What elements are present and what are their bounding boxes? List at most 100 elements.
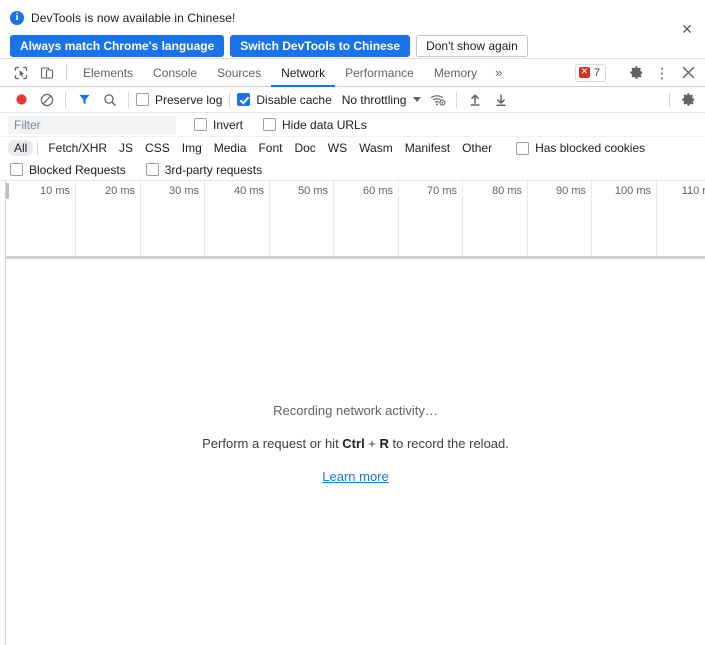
tabbar-divider [66,65,67,80]
more-options-icon[interactable]: ⋮ [649,64,675,82]
disable-cache-box [237,93,251,106]
filter-button[interactable] [71,88,97,112]
devtools-tabbar: Elements Console Sources Network Perform… [0,59,705,87]
type-filter-all[interactable]: All [8,140,34,156]
tab-elements[interactable]: Elements [73,59,143,86]
timeline-tick: 100 ms [592,181,657,256]
toolbar-right [664,88,701,112]
recording-hint-text: Perform a request or hit Ctrl + R to rec… [202,436,509,451]
tab-console[interactable]: Console [143,59,207,86]
record-button[interactable] [8,88,34,112]
toolbar-divider-2 [128,91,129,108]
key-r: R [379,435,389,451]
clear-button[interactable] [34,88,60,112]
timeline-tick: 70 ms [399,181,463,256]
preserve-log-box [136,93,149,106]
language-infobar: i DevTools is now available in Chinese! … [0,0,705,59]
toolbar-divider-5 [669,91,670,108]
timeline-tick: 110 r [657,181,705,256]
tab-memory[interactable]: Memory [424,59,487,86]
third-party-requests-checkbox[interactable]: 3rd-party requests [144,163,264,177]
timeline-tick-label: 80 ms [492,185,522,197]
hint-prefix: Perform a request or hit [202,435,343,451]
timeline-tick-label: 20 ms [105,185,135,197]
type-filter-manifest[interactable]: Manifest [399,140,456,156]
chevron-down-icon [413,97,422,102]
type-filter-doc[interactable]: Doc [288,140,321,156]
type-filter-js[interactable]: JS [113,140,139,156]
has-blocked-cookies-checkbox[interactable]: Has blocked cookies [514,141,647,155]
has-blocked-cookies-box [516,141,530,155]
network-overview-timeline[interactable]: 10 ms 20 ms 30 ms 40 ms 50 ms 60 ms 70 m… [5,181,705,259]
more-tabs-icon[interactable]: » [487,59,510,86]
close-devtools-icon[interactable] [675,66,701,79]
switch-devtools-to-chinese-button[interactable]: Switch DevTools to Chinese [230,35,411,57]
always-match-chrome-language-button[interactable]: Always match Chrome's language [10,35,225,57]
blocked-requests-label: Blocked Requests [29,162,126,177]
learn-more-link[interactable]: Learn more [322,469,388,484]
timeline-tick-label: 110 r [681,185,705,197]
network-empty-state: Recording network activity… Perform a re… [5,259,705,627]
toolbar-divider-3 [229,91,231,108]
dont-show-again-button[interactable]: Don't show again [416,35,528,57]
blocked-filter-row: Blocked Requests 3rd-party requests [0,159,705,181]
wifi-settings-icon[interactable] [425,88,451,112]
import-har-icon[interactable] [462,88,488,112]
type-filter-img[interactable]: Img [176,140,208,156]
tab-network[interactable]: Network [271,59,336,87]
blocked-requests-box [10,163,23,176]
inspect-element-icon[interactable] [8,59,34,86]
timeline-tick: 10 ms [6,181,76,256]
timeline-tick: 80 ms [463,181,528,256]
has-blocked-cookies-label: Has blocked cookies [535,141,646,155]
third-party-requests-label: 3rd-party requests [164,162,263,177]
invert-label: Invert [213,117,244,132]
type-filter-font[interactable]: Font [252,140,288,156]
toolbar-divider-4 [456,91,458,108]
key-ctrl: Ctrl [342,435,365,451]
invert-checkbox[interactable]: Invert [192,118,245,132]
hide-data-urls-label: Hide data URLs [282,117,367,132]
close-icon[interactable]: ✕ [678,20,696,38]
error-count-badge[interactable]: ✕ 7 [574,63,606,82]
disable-cache-checkbox[interactable]: Disable cache [235,93,333,107]
disable-cache-label: Disable cache [256,92,332,107]
timeline-tick-label: 30 ms [169,185,199,197]
timeline-tick-label: 10 ms [40,185,70,197]
timeline-tick-label: 50 ms [298,185,328,197]
type-filter-media[interactable]: Media [208,140,253,156]
type-filter-wasm[interactable]: Wasm [353,140,399,156]
preserve-log-checkbox[interactable]: Preserve log [134,93,224,107]
export-har-icon[interactable] [488,88,514,112]
timeline-tick-label: 40 ms [234,185,264,197]
infobar-message-row: i DevTools is now available in Chinese! [10,8,695,28]
toolbar-divider-1 [65,91,66,108]
timeline-tick: 30 ms [141,181,205,256]
search-input[interactable] [8,115,176,134]
info-icon: i [10,11,24,25]
recording-status-text: Recording network activity… [273,402,438,418]
network-settings-gear-icon[interactable] [675,88,701,112]
timeline-tick: 50 ms [270,181,334,256]
gear-icon[interactable] [623,65,649,80]
throttling-dropdown[interactable]: No throttling [342,93,422,107]
timeline-tick: 90 ms [528,181,592,256]
tab-performance[interactable]: Performance [335,59,424,86]
timeline-tick-label: 100 ms [614,185,651,197]
hide-data-urls-checkbox[interactable]: Hide data URLs [261,118,369,132]
search-button[interactable] [97,88,123,112]
type-filter-ws[interactable]: WS [322,140,353,156]
type-filter-other[interactable]: Other [456,140,498,156]
timeline-tick: 20 ms [76,181,141,256]
device-toolbar-icon[interactable] [34,59,60,86]
hide-data-urls-box [263,118,277,131]
resource-type-filter-row: All Fetch/XHR JS CSS Img Media Font Doc … [0,137,705,159]
tabbar-right-actions: ✕ 7 ⋮ [574,59,705,86]
blocked-requests-checkbox[interactable]: Blocked Requests [8,163,128,177]
key-plus: + [364,435,380,451]
type-filter-css[interactable]: CSS [139,140,176,156]
timeline-tick: 60 ms [334,181,399,256]
tab-sources[interactable]: Sources [207,59,271,86]
type-filter-fetch-xhr[interactable]: Fetch/XHR [42,140,113,156]
preserve-log-label: Preserve log [155,92,223,107]
